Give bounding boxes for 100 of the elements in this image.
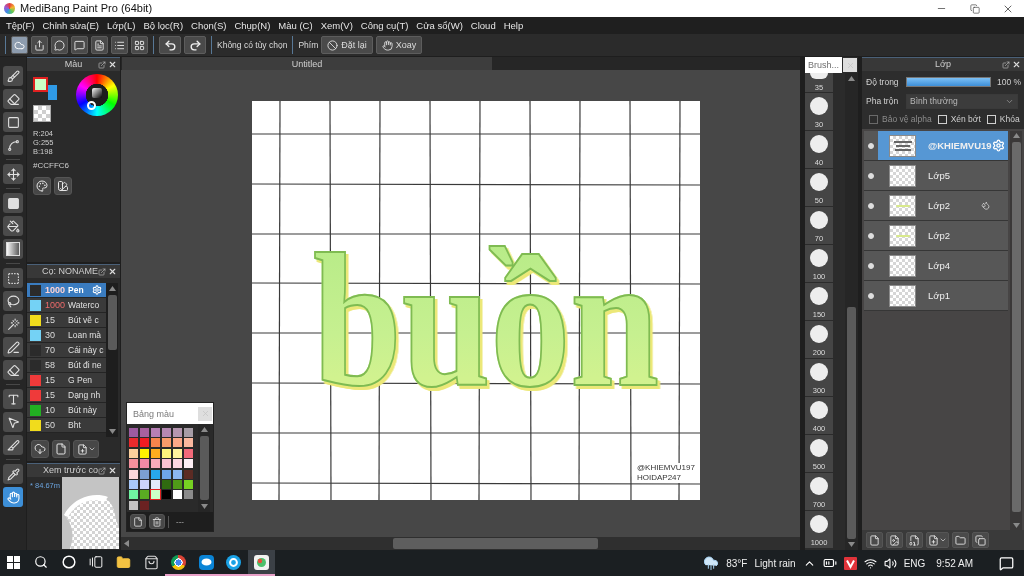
document-button[interactable] [91, 36, 108, 54]
palette-swatch[interactable] [129, 459, 138, 469]
palette-swatch[interactable] [140, 490, 149, 500]
new-image-layer-button[interactable] [886, 532, 903, 548]
eraser-tool-button[interactable] [3, 89, 23, 109]
popout-icon[interactable] [98, 267, 106, 276]
scroll-left-icon[interactable] [124, 540, 129, 547]
palette-swatch[interactable] [129, 490, 138, 500]
text-tool-button[interactable] [3, 389, 23, 409]
visibility-dot-icon[interactable] [868, 142, 874, 149]
menu-item[interactable]: Chọn(S) [187, 18, 231, 33]
palette-swatch[interactable] [151, 448, 160, 458]
brush-list-item[interactable]: 15 Bút vẽ c [27, 313, 106, 328]
close-icon[interactable] [108, 60, 117, 69]
close-icon[interactable] [108, 466, 117, 475]
gradient-tool-button[interactable] [3, 239, 23, 259]
brush-list-item[interactable]: 15 G Pen [27, 373, 106, 388]
opacity-slider[interactable] [906, 77, 991, 87]
palette-swatch[interactable] [173, 479, 182, 489]
palette-swatch[interactable] [140, 500, 149, 510]
close-icon[interactable] [1012, 60, 1021, 69]
settings-icon[interactable] [992, 139, 1005, 152]
add-layer-button[interactable] [926, 532, 949, 548]
scroll-down-icon[interactable] [108, 429, 116, 434]
wand-tool-button[interactable] [3, 314, 23, 334]
select-pen-tool-button[interactable] [3, 337, 23, 357]
palette-button[interactable] [33, 177, 51, 195]
palette-swatch[interactable] [162, 459, 171, 469]
clock[interactable]: 9:52 AM [936, 557, 973, 569]
color-wheel[interactable] [76, 74, 118, 116]
list-button[interactable] [111, 36, 128, 54]
scroll-down-icon[interactable] [200, 504, 208, 509]
scrollbar-thumb[interactable] [199, 436, 209, 500]
palette-swatch[interactable] [140, 428, 149, 437]
brush-list-item[interactable]: 50 Bht [27, 418, 106, 433]
palette-swatch[interactable] [162, 469, 171, 479]
palette-settings-button[interactable] [54, 177, 72, 195]
palette-swatch[interactable] [162, 428, 171, 437]
palette-swatch[interactable] [173, 428, 182, 437]
visibility-dot-icon[interactable] [868, 232, 874, 239]
palette-swatch[interactable] [151, 438, 160, 448]
horizontal-scrollbar[interactable] [121, 537, 800, 550]
brush-list-item[interactable]: 15 Dạng nh [27, 388, 106, 403]
palette-swatch[interactable] [184, 448, 193, 458]
palette-swatch[interactable] [129, 428, 138, 437]
menu-item[interactable]: Chỉnh sửa(E) [38, 18, 104, 33]
menu-item[interactable]: Công cụ(T) [356, 18, 413, 33]
scroll-down-icon[interactable] [848, 542, 855, 547]
brush-list-item[interactable]: 58 Bút đi ne [27, 358, 106, 373]
divide-tool-button[interactable] [3, 435, 23, 455]
scroll-up-icon[interactable] [848, 76, 855, 81]
menu-item[interactable]: Chụp(N) [230, 18, 275, 33]
popout-icon[interactable] [98, 60, 106, 69]
palette-swatch[interactable] [184, 490, 193, 500]
taskbar-app-button[interactable] [247, 550, 275, 576]
palette-swatch[interactable] [184, 479, 193, 489]
redo-button[interactable] [184, 36, 206, 54]
scrollbar[interactable] [198, 424, 210, 512]
add-brush-button[interactable] [73, 440, 99, 458]
palette-swatch[interactable] [173, 459, 182, 469]
new-brush-button[interactable] [52, 440, 70, 458]
blend-mode-dropdown[interactable]: Bình thường [906, 93, 1018, 109]
menu-item[interactable]: Lớp(L) [103, 18, 140, 33]
palette-swatch[interactable] [162, 448, 171, 458]
scroll-up-icon[interactable] [108, 286, 116, 291]
palette-swatch[interactable] [184, 459, 193, 469]
palette-swatch[interactable] [129, 500, 138, 510]
brush-list-item[interactable]: 10 Bút này [27, 403, 106, 418]
delete-button[interactable] [149, 514, 165, 529]
menu-item[interactable]: Cloud [466, 18, 500, 33]
close-icon[interactable] [108, 267, 117, 276]
palette-swatch[interactable] [151, 469, 160, 479]
palette-swatch[interactable] [129, 479, 138, 489]
scrollbar[interactable] [845, 73, 858, 550]
battery-icon[interactable] [822, 556, 837, 570]
palette-swatch[interactable] [173, 448, 182, 458]
menu-item[interactable]: Bộ lọc(R) [139, 18, 188, 33]
fill-tool-button[interactable] [3, 193, 23, 213]
scrollbar[interactable] [106, 283, 118, 437]
palette-swatch[interactable] [129, 448, 138, 458]
palette-swatch[interactable] [162, 490, 171, 500]
chevron-tile-icon[interactable] [843, 556, 857, 570]
background-swatch[interactable] [48, 85, 57, 100]
palette-swatch[interactable] [140, 459, 149, 469]
visibility-dot-icon[interactable] [868, 262, 874, 269]
operation-tool-button[interactable] [3, 412, 23, 432]
scrollbar-thumb[interactable] [107, 295, 117, 350]
scroll-down-icon[interactable] [1012, 523, 1020, 528]
undo-button[interactable] [159, 36, 181, 54]
share-button[interactable] [31, 36, 48, 54]
scrollbar[interactable] [1010, 131, 1022, 530]
scrollbar-thumb[interactable] [1011, 142, 1021, 512]
settings-icon[interactable] [92, 285, 102, 295]
visibility-dot-icon[interactable] [868, 172, 874, 179]
eyedropper-tool-button[interactable] [3, 464, 23, 484]
palette-swatch[interactable] [151, 428, 160, 437]
menu-item[interactable]: Màu (C) [274, 18, 317, 33]
wifi-icon[interactable] [863, 556, 877, 570]
notifications-icon[interactable] [999, 555, 1014, 571]
brush-list-item[interactable]: 1000 Pen [27, 283, 106, 298]
